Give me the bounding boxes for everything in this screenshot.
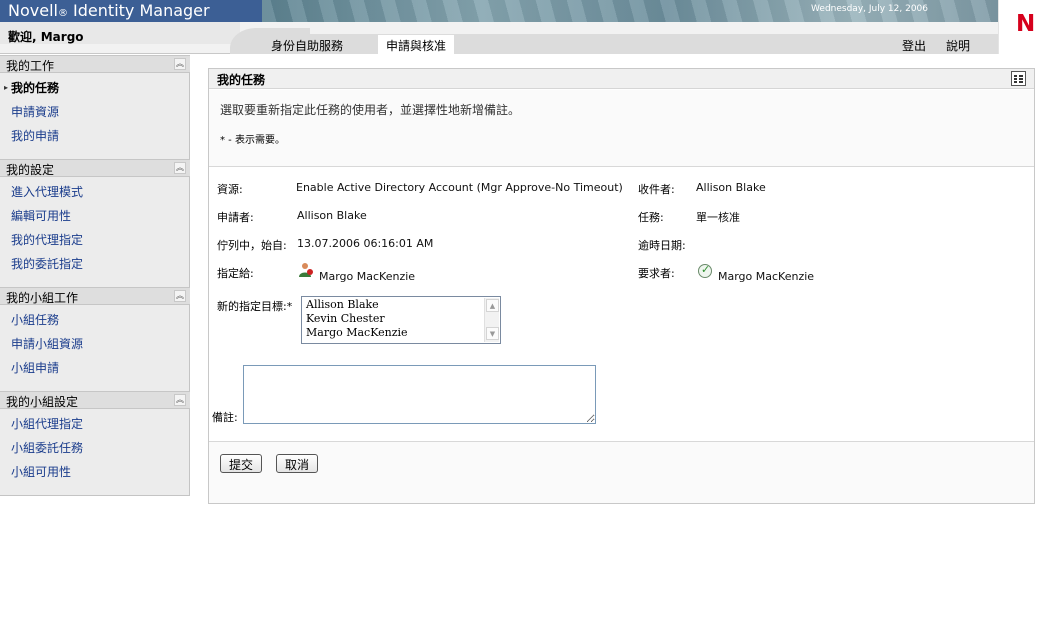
app-title: Novell® Identity Manager xyxy=(8,1,210,20)
notes-textarea[interactable] xyxy=(243,365,596,424)
tab-requests-approvals[interactable]: 申請與核准 xyxy=(378,35,455,54)
required-note: * - 表示需要。 xyxy=(220,135,285,146)
sidebar-section-my-settings: 我的設定 ︽ xyxy=(0,159,190,177)
logo-letter: N xyxy=(1016,11,1036,37)
collapse-up-icon[interactable]: ︽ xyxy=(174,58,186,70)
sidebar-item-team-proxy-assignments[interactable]: 小組代理指定 xyxy=(11,415,83,432)
requester-label: 申請者: xyxy=(217,211,254,224)
requester-value: Allison Blake xyxy=(297,209,367,222)
section-title: 我的工作 xyxy=(6,59,55,73)
notes-label: 備註: xyxy=(212,411,238,424)
section-title: 我的小組工作 xyxy=(6,291,79,305)
listbox-scrollbar[interactable]: ▲ ▼ xyxy=(484,298,499,342)
sidebar-section-team-settings: 我的小組設定 ︽ xyxy=(0,391,190,409)
scroll-up-icon[interactable]: ▲ xyxy=(486,299,499,312)
sidebar-item-enter-proxy-mode[interactable]: 進入代理模式 xyxy=(11,183,83,200)
task-value: 單一核准 xyxy=(696,211,740,224)
sidebar-item-team-availability[interactable]: 小組可用性 xyxy=(11,463,71,480)
banner-title-area: Novell® Identity Manager xyxy=(0,0,262,22)
banner: Novell® Identity Manager Wednesday, July… xyxy=(0,0,1052,22)
resource-label: 資源: xyxy=(217,183,243,196)
panel-header: 我的任務 xyxy=(209,69,1034,89)
collapse-up-icon[interactable]: ︽ xyxy=(174,290,186,302)
due-date-label: 逾時日期: xyxy=(638,239,686,252)
collapse-up-icon[interactable]: ︽ xyxy=(174,162,186,174)
recipient-label: 收件者: xyxy=(638,183,675,196)
sidebar-item-my-tasks[interactable]: 我的任務 xyxy=(11,79,59,96)
queued-since-value: 13.07.2006 06:16:01 AM xyxy=(297,237,434,250)
sidebar-item-team-requests[interactable]: 小組申請 xyxy=(11,359,59,376)
novell-logo: N xyxy=(998,0,1052,54)
submit-button[interactable]: 提交 xyxy=(220,454,263,473)
listbox-option[interactable]: Kevin Chester xyxy=(306,312,385,325)
scroll-down-icon[interactable]: ▼ xyxy=(486,327,499,340)
check-icon xyxy=(698,263,712,278)
tab-strip xyxy=(260,34,998,54)
listbox-option[interactable]: Allison Blake xyxy=(306,298,379,311)
section-title: 我的小組設定 xyxy=(6,395,79,409)
new-assignee-listbox[interactable]: Allison Blake Kevin Chester Margo MacKen… xyxy=(301,296,501,344)
grid-icon[interactable] xyxy=(1011,71,1026,86)
cancel-button[interactable]: 取消 xyxy=(276,454,319,473)
claimed-by-label: 要求者: xyxy=(638,267,675,280)
sidebar-section-team-work: 我的小組工作 ︽ xyxy=(0,287,190,305)
page-title: 我的任務 xyxy=(217,73,266,87)
instruction-text: 選取要重新指定此任務的使用者，並選擇性地新增備註。 xyxy=(220,103,521,117)
sidebar-item-request-resource[interactable]: 申請資源 xyxy=(11,103,59,120)
resource-value: Enable Active Directory Account (Mgr App… xyxy=(296,181,623,194)
sidebar-item-team-tasks[interactable]: 小組任務 xyxy=(11,311,59,328)
app-title-product: Identity Manager xyxy=(67,1,210,20)
sidebar-item-my-requests[interactable]: 我的申請 xyxy=(11,127,59,144)
sidebar-item-my-delegate-assignments[interactable]: 我的委託指定 xyxy=(11,255,83,272)
sidebar-item-edit-availability[interactable]: 編輯可用性 xyxy=(11,207,71,224)
sidebar-item-team-delegate-tasks[interactable]: 小組委託任務 xyxy=(11,439,83,456)
app-title-brand: Novell xyxy=(8,1,58,20)
tab-identity-self-service[interactable]: 身份自助服務 xyxy=(263,35,351,54)
sidebar: 我的工作 ︽ ▸ 我的任務 申請資源 我的申請 我的設定 ︽ 進入代理模式 編輯… xyxy=(0,55,190,496)
recipient-value: Allison Blake xyxy=(696,181,766,194)
task-panel: 我的任務 選取要重新指定此任務的使用者，並選擇性地新增備註。 * - 表示需要。… xyxy=(208,68,1035,504)
collapse-up-icon[interactable]: ︽ xyxy=(174,394,186,406)
banner-image: Wednesday, July 12, 2006 xyxy=(262,0,998,22)
assigned-to-label: 指定給: xyxy=(217,267,254,280)
sidebar-item-my-proxy-assignments[interactable]: 我的代理指定 xyxy=(11,231,83,248)
task-label: 任務: xyxy=(638,211,664,224)
listbox-option[interactable]: Margo MacKenzie xyxy=(306,326,408,339)
instructions-area: 選取要重新指定此任務的使用者，並選擇性地新增備註。 * - 表示需要。 xyxy=(209,90,1034,167)
date-display: Wednesday, July 12, 2006 xyxy=(811,4,928,14)
help-link[interactable]: 說明 xyxy=(946,37,970,54)
claimed-by-value: Margo MacKenzie xyxy=(718,270,815,283)
tab-bar: 歡迎, Margo 身份自助服務 申請與核准 登出 說明 xyxy=(0,22,998,54)
app-title-registered: ® xyxy=(57,8,68,19)
button-area: 提交 取消 xyxy=(209,441,1034,503)
current-item-bullet-icon: ▸ xyxy=(4,83,9,92)
queued-since-label: 佇列中，始自: xyxy=(217,239,287,252)
welcome-text: 歡迎, Margo xyxy=(8,30,84,44)
user-icon xyxy=(299,263,313,277)
logout-link[interactable]: 登出 xyxy=(902,37,926,54)
sidebar-item-request-team-resource[interactable]: 申請小組資源 xyxy=(11,335,83,352)
section-title: 我的設定 xyxy=(6,163,55,177)
sidebar-section-my-work: 我的工作 ︽ xyxy=(0,55,190,73)
new-assignee-label: 新的指定目標:* xyxy=(217,300,293,313)
assigned-to-value: Margo MacKenzie xyxy=(319,270,416,283)
